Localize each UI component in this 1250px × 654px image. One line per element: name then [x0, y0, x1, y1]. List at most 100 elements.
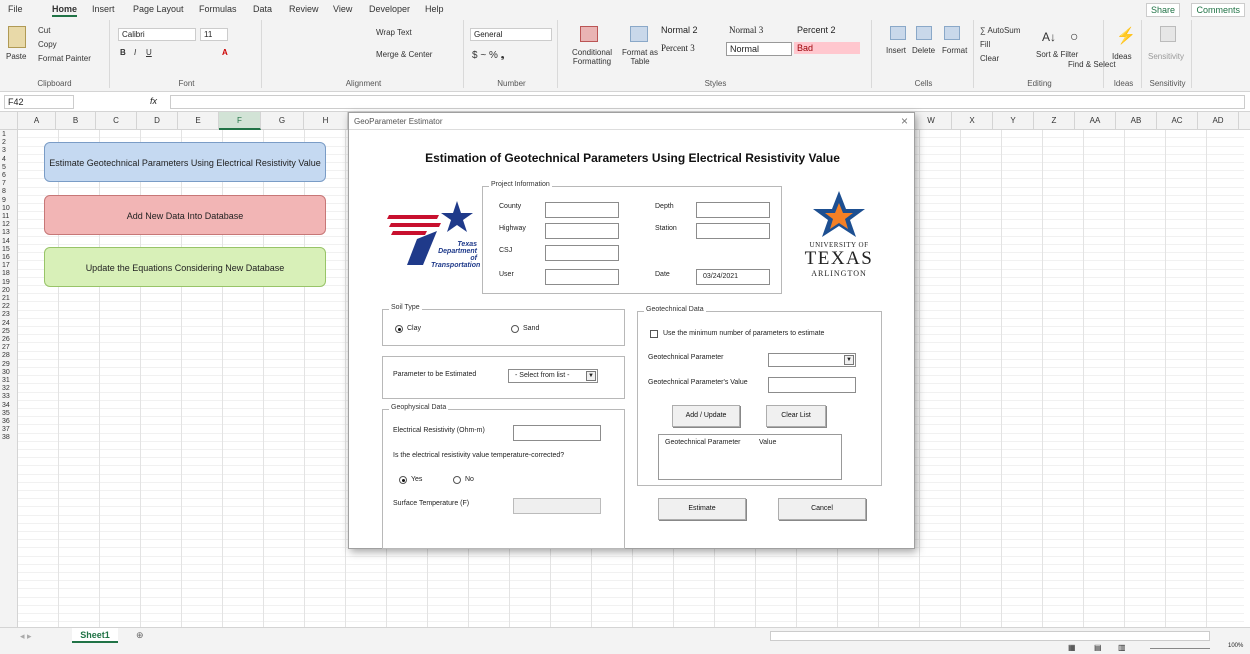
county-input[interactable] — [545, 202, 619, 218]
style-percent3[interactable]: Percent 3 — [658, 42, 726, 54]
row-header[interactable]: 2 — [0, 139, 18, 147]
page-break-view-icon[interactable]: ▥ — [1118, 643, 1126, 652]
station-input[interactable] — [696, 223, 770, 239]
column-header[interactable]: F — [219, 112, 261, 130]
add-update-button[interactable]: Add / Update — [672, 405, 740, 427]
format-button[interactable]: Format — [942, 46, 967, 55]
comments-button[interactable]: Comments — [1191, 3, 1245, 17]
row-header[interactable]: 27 — [0, 344, 18, 352]
sort-filter-button[interactable]: Sort & Filter — [1036, 50, 1078, 59]
format-as-table-button[interactable]: Format as Table — [620, 48, 660, 66]
min-params-checkbox[interactable] — [650, 330, 658, 338]
bold-icon[interactable]: B — [120, 48, 126, 57]
copy-button[interactable]: Copy — [38, 40, 57, 49]
column-header[interactable]: C — [96, 112, 137, 130]
style-percent2[interactable]: Percent 2 — [794, 24, 862, 36]
column-header[interactable]: AD — [1198, 112, 1239, 130]
style-normal[interactable]: Normal — [726, 42, 792, 56]
formula-input[interactable] — [170, 95, 1245, 109]
column-header[interactable]: A — [18, 112, 56, 130]
column-header[interactable]: AC — [1157, 112, 1198, 130]
column-header[interactable]: B — [56, 112, 96, 130]
row-header[interactable]: 28 — [0, 352, 18, 360]
font-name-select[interactable]: Calibri — [118, 28, 196, 41]
share-button[interactable]: Share — [1145, 3, 1180, 17]
row-header[interactable]: 21 — [0, 295, 18, 303]
menu-insert[interactable]: Insert — [92, 4, 115, 14]
row-header[interactable]: 22 — [0, 303, 18, 311]
autosum-button[interactable]: ∑ AutoSum — [980, 26, 1020, 35]
italic-icon[interactable]: I — [134, 48, 136, 57]
wrap-text-button[interactable]: Wrap Text — [376, 28, 412, 37]
fill-button[interactable]: Fill — [980, 40, 990, 49]
scroll-left-icon[interactable]: ◂ ▸ — [20, 631, 32, 642]
surface-temp-input[interactable] — [513, 498, 601, 514]
menu-home[interactable]: Home — [52, 4, 78, 17]
estimate-button[interactable]: Estimate — [658, 498, 746, 520]
conditional-formatting-button[interactable]: Conditional Formatting — [564, 48, 620, 66]
column-header[interactable]: D — [137, 112, 178, 130]
row-header[interactable]: 19 — [0, 279, 18, 287]
geotech-listbox[interactable]: Geotechnical Parameter Value — [658, 434, 842, 480]
parameter-select[interactable]: - Select from list - ▼ — [508, 369, 598, 383]
row-header[interactable]: 8 — [0, 188, 18, 196]
row-header[interactable]: 36 — [0, 418, 18, 426]
add-new-data-button[interactable]: Add New Data Into Database — [44, 195, 326, 235]
number-format-select[interactable]: General — [470, 28, 552, 41]
clear-list-button[interactable]: Clear List — [766, 405, 826, 427]
page-layout-view-icon[interactable]: ▤ — [1094, 643, 1102, 652]
horizontal-scrollbar[interactable] — [770, 631, 1210, 641]
user-input[interactable] — [545, 269, 619, 285]
font-size-select[interactable]: 11 — [200, 28, 228, 41]
geotech-value-input[interactable] — [768, 377, 856, 393]
insert-button[interactable]: Insert — [886, 46, 906, 55]
menu-formulas[interactable]: Formulas — [199, 4, 237, 14]
normal-view-icon[interactable]: ▦ — [1068, 643, 1076, 652]
cut-button[interactable]: Cut — [38, 26, 50, 35]
row-header[interactable]: 15 — [0, 246, 18, 254]
sand-radio[interactable] — [511, 325, 519, 333]
row-header[interactable]: 25 — [0, 328, 18, 336]
csj-input[interactable] — [545, 245, 619, 261]
yes-radio[interactable] — [399, 476, 407, 484]
row-header[interactable]: 33 — [0, 393, 18, 401]
row-header[interactable]: 20 — [0, 287, 18, 295]
row-header[interactable]: 9 — [0, 197, 18, 205]
name-box[interactable]: F42 — [4, 95, 74, 109]
column-header[interactable]: G — [261, 112, 304, 130]
menu-developer[interactable]: Developer — [369, 4, 410, 14]
menu-page-layout[interactable]: Page Layout — [133, 4, 184, 14]
row-header[interactable]: 23 — [0, 311, 18, 319]
sensitivity-button[interactable]: Sensitivity — [1148, 52, 1184, 61]
row-header[interactable]: 34 — [0, 402, 18, 410]
row-header[interactable]: 11 — [0, 213, 18, 221]
resistivity-input[interactable] — [513, 425, 601, 441]
row-header[interactable]: 1 — [0, 131, 18, 139]
row-header[interactable]: 30 — [0, 369, 18, 377]
row-header[interactable]: 4 — [0, 156, 18, 164]
row-header[interactable]: 26 — [0, 336, 18, 344]
update-equations-button[interactable]: Update the Equations Considering New Dat… — [44, 247, 326, 287]
paste-button[interactable]: Paste — [6, 52, 26, 61]
underline-icon[interactable]: U — [146, 48, 152, 57]
zoom-slider[interactable] — [1150, 648, 1210, 649]
column-header[interactable]: E — [178, 112, 219, 130]
menu-file[interactable]: File — [8, 4, 23, 14]
menu-view[interactable]: View — [333, 4, 352, 14]
add-sheet-icon[interactable]: ⊕ — [136, 630, 144, 641]
row-header[interactable]: 18 — [0, 270, 18, 278]
merge-center-button[interactable]: Merge & Center — [376, 50, 432, 59]
currency-icon[interactable]: $ ~ % ❟ — [472, 50, 505, 61]
highway-input[interactable] — [545, 223, 619, 239]
menu-review[interactable]: Review — [289, 4, 319, 14]
row-header[interactable]: 24 — [0, 320, 18, 328]
menu-data[interactable]: Data — [253, 4, 272, 14]
column-header[interactable]: AB — [1116, 112, 1157, 130]
row-header[interactable]: 17 — [0, 262, 18, 270]
no-radio[interactable] — [453, 476, 461, 484]
format-painter-button[interactable]: Format Painter — [38, 54, 91, 63]
row-header[interactable]: 3 — [0, 147, 18, 155]
column-header[interactable]: H — [304, 112, 348, 130]
style-normal2[interactable]: Normal 2 — [658, 24, 726, 36]
clay-radio[interactable] — [395, 325, 403, 333]
